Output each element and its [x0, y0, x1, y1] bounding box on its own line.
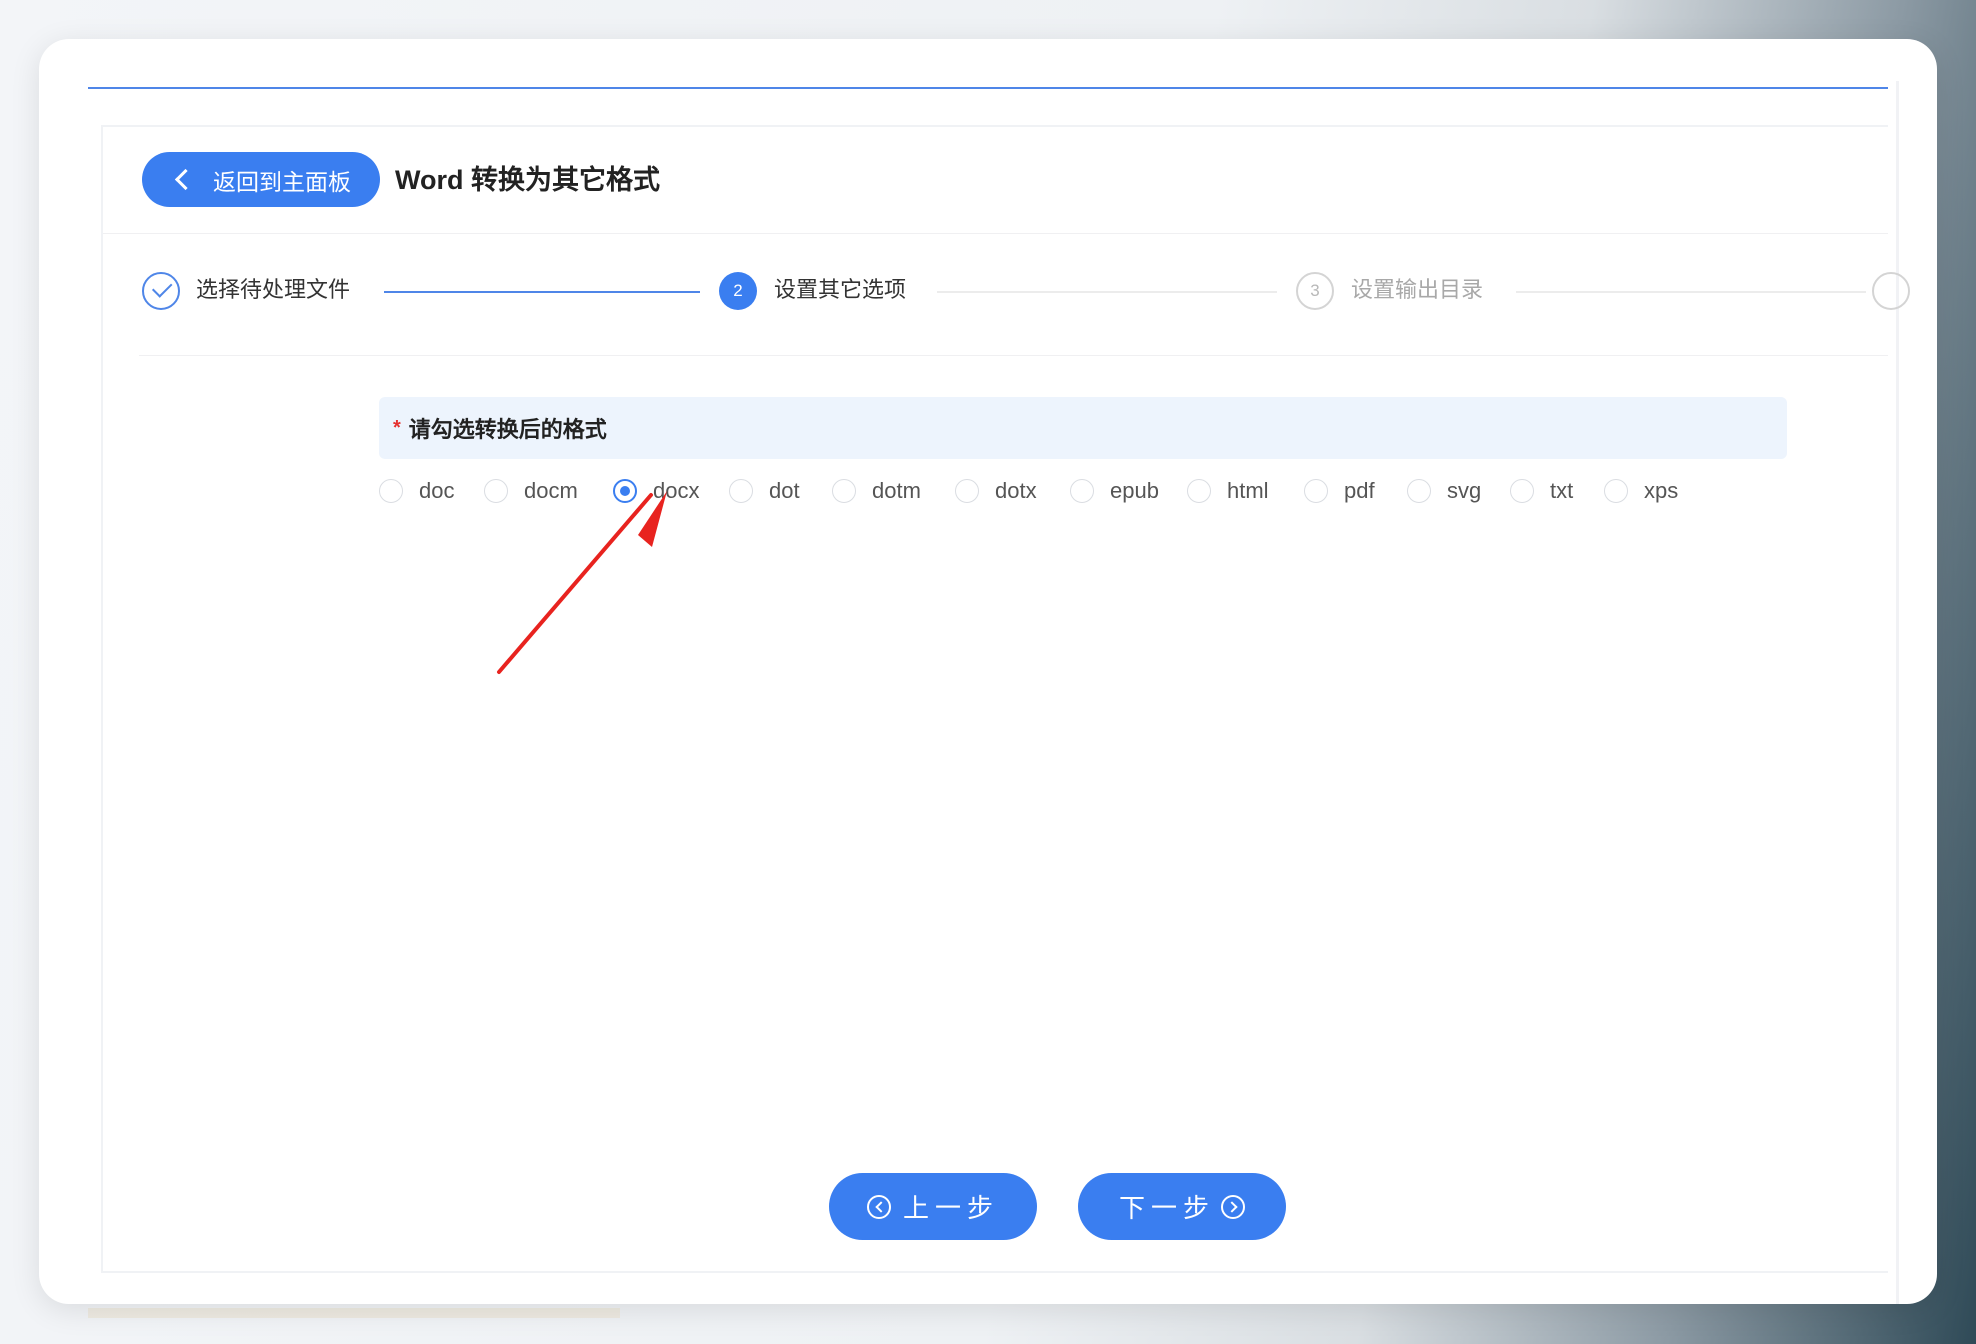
annotation-arrow-icon	[497, 491, 667, 674]
previous-step-button[interactable]: 上一步	[829, 1173, 1037, 1240]
next-step-button[interactable]: 下一步	[1078, 1173, 1286, 1240]
app-window: 返回到主面板 Word 转换为其它格式 选择待处理文件 2 设置其它选项 3 设…	[39, 39, 1937, 1304]
next-step-label: 下一步	[1118, 1193, 1215, 1223]
circle-chevron-left-icon	[866, 1194, 891, 1219]
background-strip	[88, 1308, 620, 1318]
previous-step-label: 上一步	[902, 1193, 999, 1223]
circle-chevron-right-icon	[1221, 1194, 1245, 1219]
